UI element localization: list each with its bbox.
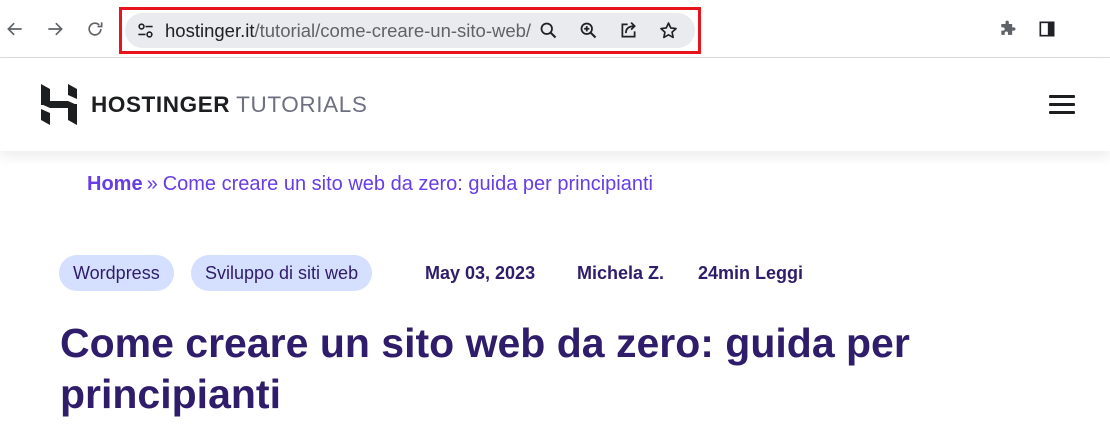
site-header: HOSTINGER TUTORIALS <box>0 59 1110 151</box>
read-time: 24min Leggi <box>698 263 804 283</box>
extensions-button[interactable] <box>993 14 1023 44</box>
breadcrumb: Home» Come creare un sito web da zero: gu… <box>87 171 653 197</box>
share-button[interactable] <box>615 17 642 44</box>
back-button[interactable] <box>0 14 30 44</box>
url-host: hostinger.it <box>165 20 255 41</box>
arrow-left-icon <box>7 22 22 36</box>
site-info-button[interactable] <box>131 16 160 45</box>
puzzle-icon <box>1001 20 1016 35</box>
side-panel-button[interactable] <box>1032 14 1062 44</box>
tune-icon <box>138 23 153 38</box>
search-button[interactable] <box>535 17 562 44</box>
breadcrumb-current[interactable]: Come creare un sito web da zero: guida p… <box>163 173 653 195</box>
forward-button[interactable] <box>40 14 70 44</box>
article-title: Come creare un sito web da zero: guida p… <box>60 320 910 417</box>
publish-date: May 03, 2023 <box>425 263 536 283</box>
star-icon <box>660 22 677 39</box>
zoom-button[interactable] <box>575 17 602 44</box>
browser-toolbar: hostinger.it/tutorial/come-creare-un-sit… <box>0 0 1110 58</box>
arrow-right-icon <box>48 22 63 36</box>
url-path: /tutorial/come-creare-un-sito-web/ <box>254 20 532 41</box>
address-bar[interactable]: hostinger.it/tutorial/come-creare-un-sit… <box>125 13 695 48</box>
author-name[interactable]: Michela Z. <box>577 260 664 286</box>
share-icon <box>621 22 636 38</box>
breadcrumb-home[interactable]: Home <box>87 173 143 195</box>
site-logo-text[interactable]: HOSTINGER TUTORIALS <box>91 92 367 118</box>
tag-sviluppo-siti-web[interactable]: Sviluppo di siti web <box>191 255 373 291</box>
logo-brand: HOSTINGER <box>91 92 231 117</box>
reload-button[interactable] <box>80 14 110 44</box>
url-text[interactable]: hostinger.it/tutorial/come-creare-un-sit… <box>165 13 531 48</box>
breadcrumb-separator: » <box>146 173 158 195</box>
hamburger-menu-icon[interactable] <box>1049 95 1075 115</box>
zoom-in-icon <box>580 22 597 39</box>
side-panel-icon <box>1039 21 1055 37</box>
reload-icon <box>88 22 103 36</box>
hostinger-logo-icon[interactable] <box>41 84 77 125</box>
search-icon <box>540 22 557 39</box>
logo-suffix: TUTORIALS <box>236 92 368 117</box>
tag-wordpress[interactable]: Wordpress <box>59 255 174 291</box>
bookmark-button[interactable] <box>655 17 682 44</box>
